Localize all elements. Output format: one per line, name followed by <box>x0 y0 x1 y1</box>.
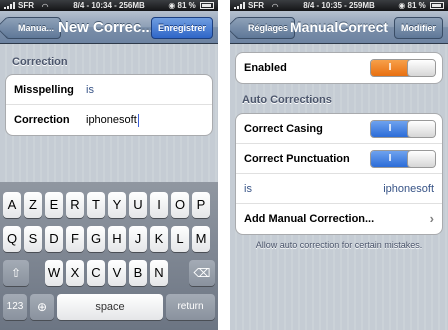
navigation-bar: Manua... New Correc... Enregistrer <box>0 11 218 44</box>
misspelling-value[interactable]: is <box>86 75 94 105</box>
manual-correct-settings-screen: SFR ◠ 8/4 - 10:35 - 259MB ◉ 81 % Réglage… <box>230 0 448 330</box>
correct-punctuation-toggle[interactable]: I <box>370 150 436 168</box>
enabled-label: Enabled <box>244 62 287 74</box>
enabled-group: Enabled I <box>235 52 443 84</box>
back-button[interactable]: Réglages <box>235 17 296 39</box>
battery-icon <box>430 2 444 9</box>
edit-button[interactable]: Modifier <box>394 17 443 39</box>
key[interactable]: R <box>66 192 84 218</box>
battery-indicator: ◉ 81 % <box>398 0 444 11</box>
correction-entry[interactable]: is iphonesoft <box>236 174 442 204</box>
key[interactable]: I <box>150 192 168 218</box>
globe-key[interactable]: ⊕ <box>30 294 54 320</box>
key[interactable]: V <box>108 260 126 286</box>
text-cursor <box>137 113 139 127</box>
misspelling-label: Misspelling <box>14 84 74 96</box>
key[interactable]: D <box>45 226 63 252</box>
key[interactable]: C <box>87 260 105 286</box>
correct-casing-row: Correct Casing I <box>236 114 442 144</box>
correct-casing-toggle[interactable]: I <box>370 120 436 138</box>
backspace-icon: ⌫ <box>193 266 211 280</box>
correction-input[interactable]: iphonesoft <box>86 105 139 135</box>
correction-form: Misspelling is Correction iphonesoft <box>5 74 213 136</box>
globe-icon: ⊕ <box>36 300 48 314</box>
enabled-toggle[interactable]: I <box>370 59 436 77</box>
shift-key[interactable]: ⇧ <box>3 260 29 286</box>
key[interactable]: S <box>24 226 42 252</box>
misspelling-field[interactable]: Misspelling is <box>6 75 212 105</box>
section-title: Auto Corrections <box>242 94 332 106</box>
status-bar: SFR ◠ 8/4 - 10:35 - 259MB ◉ 81 % <box>230 0 448 11</box>
key[interactable]: X <box>66 260 84 286</box>
toggle-knob[interactable] <box>407 60 435 76</box>
toggle-knob[interactable] <box>407 121 435 137</box>
toggle-on-indicator: I <box>371 151 409 167</box>
page-title: New Correc... <box>58 19 154 36</box>
key[interactable]: A <box>3 192 21 218</box>
correction-label: Correction <box>14 114 70 126</box>
return-key[interactable]: return <box>166 294 215 320</box>
add-manual-correction-label: Add Manual Correction... <box>244 213 375 225</box>
enabled-row: Enabled I <box>236 53 442 83</box>
status-bar: SFR ◠ 8/4 - 10:34 - 256MB ◉ 81 % <box>0 0 218 11</box>
key[interactable]: K <box>150 226 168 252</box>
lock-icon: ◉ <box>168 1 176 10</box>
toggle-knob[interactable] <box>407 151 435 167</box>
battery-percent: 81 % <box>177 1 196 10</box>
section-title: Correction <box>12 56 68 68</box>
battery-icon <box>200 2 214 9</box>
key[interactable]: Q <box>3 226 21 252</box>
key[interactable]: Y <box>108 192 126 218</box>
space-key[interactable]: space <box>57 294 163 320</box>
key[interactable]: Z <box>24 192 42 218</box>
toggle-on-indicator: I <box>371 121 409 137</box>
lock-icon: ◉ <box>398 1 406 10</box>
key[interactable]: G <box>87 226 105 252</box>
key[interactable]: H <box>108 226 126 252</box>
battery-indicator: ◉ 81 % <box>168 0 214 11</box>
correct-casing-label: Correct Casing <box>244 123 323 135</box>
correct-punctuation-row: Correct Punctuation I <box>236 144 442 174</box>
entry-from: is <box>244 183 252 195</box>
correction-field[interactable]: Correction iphonesoft <box>6 105 212 135</box>
numbers-key[interactable]: 123 <box>3 294 27 320</box>
auto-corrections-group: Correct Casing I Correct Punctuation I i… <box>235 113 443 235</box>
save-button[interactable]: Enregistrer <box>150 17 213 39</box>
back-button[interactable]: Manua... <box>5 17 62 39</box>
page-title: ManualCorrect <box>290 19 389 35</box>
key[interactable]: O <box>171 192 189 218</box>
key[interactable]: M <box>192 226 210 252</box>
battery-percent: 81 % <box>407 1 426 10</box>
navigation-bar: Réglages ManualCorrect Modifier <box>230 11 448 44</box>
toggle-on-indicator: I <box>371 60 409 76</box>
key[interactable]: U <box>129 192 147 218</box>
key[interactable]: F <box>66 226 84 252</box>
key[interactable]: T <box>87 192 105 218</box>
entry-to: iphonesoft <box>383 183 434 195</box>
chevron-right-icon: › <box>429 211 434 226</box>
backspace-key[interactable]: ⌫ <box>189 260 215 286</box>
key[interactable]: P <box>192 192 210 218</box>
key[interactable]: L <box>171 226 189 252</box>
key[interactable]: W <box>45 260 63 286</box>
new-correction-screen: SFR ◠ 8/4 - 10:34 - 256MB ◉ 81 % Manua..… <box>0 0 218 330</box>
keyboard: A Z E R T Y U I O P Q S D F G H J K L M … <box>0 182 218 330</box>
key[interactable]: J <box>129 226 147 252</box>
key[interactable]: N <box>150 260 168 286</box>
shift-icon: ⇧ <box>10 266 22 280</box>
add-manual-correction-row[interactable]: Add Manual Correction... › <box>236 204 442 234</box>
footer-text: Allow auto correction for certain mistak… <box>255 240 423 250</box>
correct-punctuation-label: Correct Punctuation <box>244 153 350 165</box>
key[interactable]: B <box>129 260 147 286</box>
key[interactable]: E <box>45 192 63 218</box>
